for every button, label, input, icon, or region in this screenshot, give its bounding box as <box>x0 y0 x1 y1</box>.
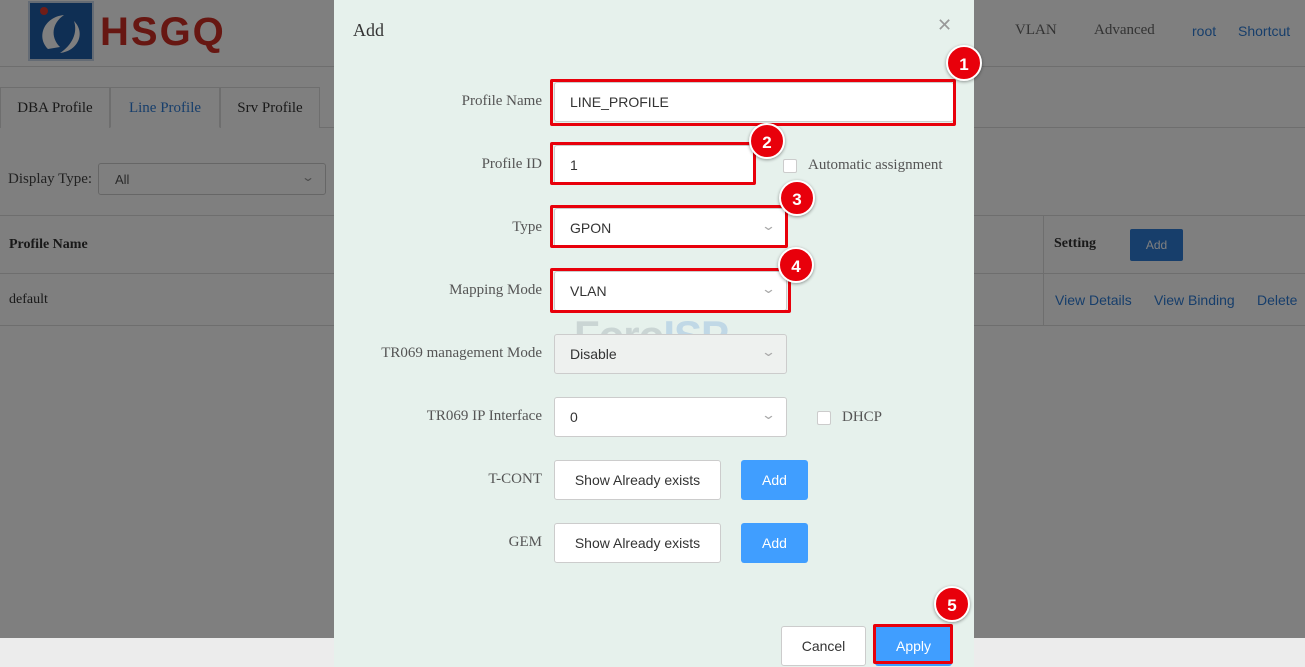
profile-name-label: Profile Name <box>461 93 542 109</box>
profile-id-label: Profile ID <box>481 156 542 172</box>
highlight-box-mapping-mode <box>550 268 791 313</box>
highlight-box-apply <box>873 624 953 664</box>
dhcp-label: DHCP <box>842 409 883 425</box>
chevron-down-icon: ⌄ <box>760 345 777 360</box>
step-badge-4: 4 <box>778 247 814 283</box>
dialog-title: Add <box>353 20 384 40</box>
tcont-add-button[interactable]: Add <box>741 460 808 500</box>
tr069-ip-label: TR069 IP Interface <box>426 408 542 424</box>
tcont-label: T-CONT <box>488 471 542 487</box>
mapping-mode-label: Mapping Mode <box>449 282 542 298</box>
automatic-assignment-label: Automatic assignment <box>808 157 943 173</box>
step-badge-2: 2 <box>749 123 785 159</box>
step-badge-1: 1 <box>946 45 982 81</box>
gem-label: GEM <box>508 534 542 550</box>
checkbox-box[interactable] <box>817 410 831 425</box>
dhcp-checkbox[interactable]: DHCP <box>817 409 882 426</box>
highlight-box-profile-id <box>550 142 756 185</box>
gem-show-existing-button[interactable]: Show Already exists <box>554 523 721 563</box>
chevron-down-icon: ⌄ <box>760 408 777 423</box>
step-badge-3: 3 <box>779 180 815 216</box>
highlight-box-type <box>550 205 788 248</box>
tr069-ip-select[interactable]: 0 ⌄ <box>554 397 787 437</box>
type-label: Type <box>512 219 542 235</box>
highlight-box-profile-name <box>550 79 956 126</box>
automatic-assignment-checkbox[interactable]: Automatic assignment <box>783 157 943 174</box>
tr069-ip-value: 0 <box>570 409 578 425</box>
close-icon[interactable]: ✕ <box>937 15 952 36</box>
cancel-button[interactable]: Cancel <box>781 626 866 666</box>
tcont-show-existing-button[interactable]: Show Already exists <box>554 460 721 500</box>
tr069-mode-value: Disable <box>570 346 617 362</box>
step-badge-5: 5 <box>934 586 970 622</box>
checkbox-box[interactable] <box>783 158 797 173</box>
tr069-mode-select[interactable]: Disable ⌄ <box>554 334 787 374</box>
gem-add-button[interactable]: Add <box>741 523 808 563</box>
tr069-mode-label: TR069 management Mode <box>381 345 542 361</box>
